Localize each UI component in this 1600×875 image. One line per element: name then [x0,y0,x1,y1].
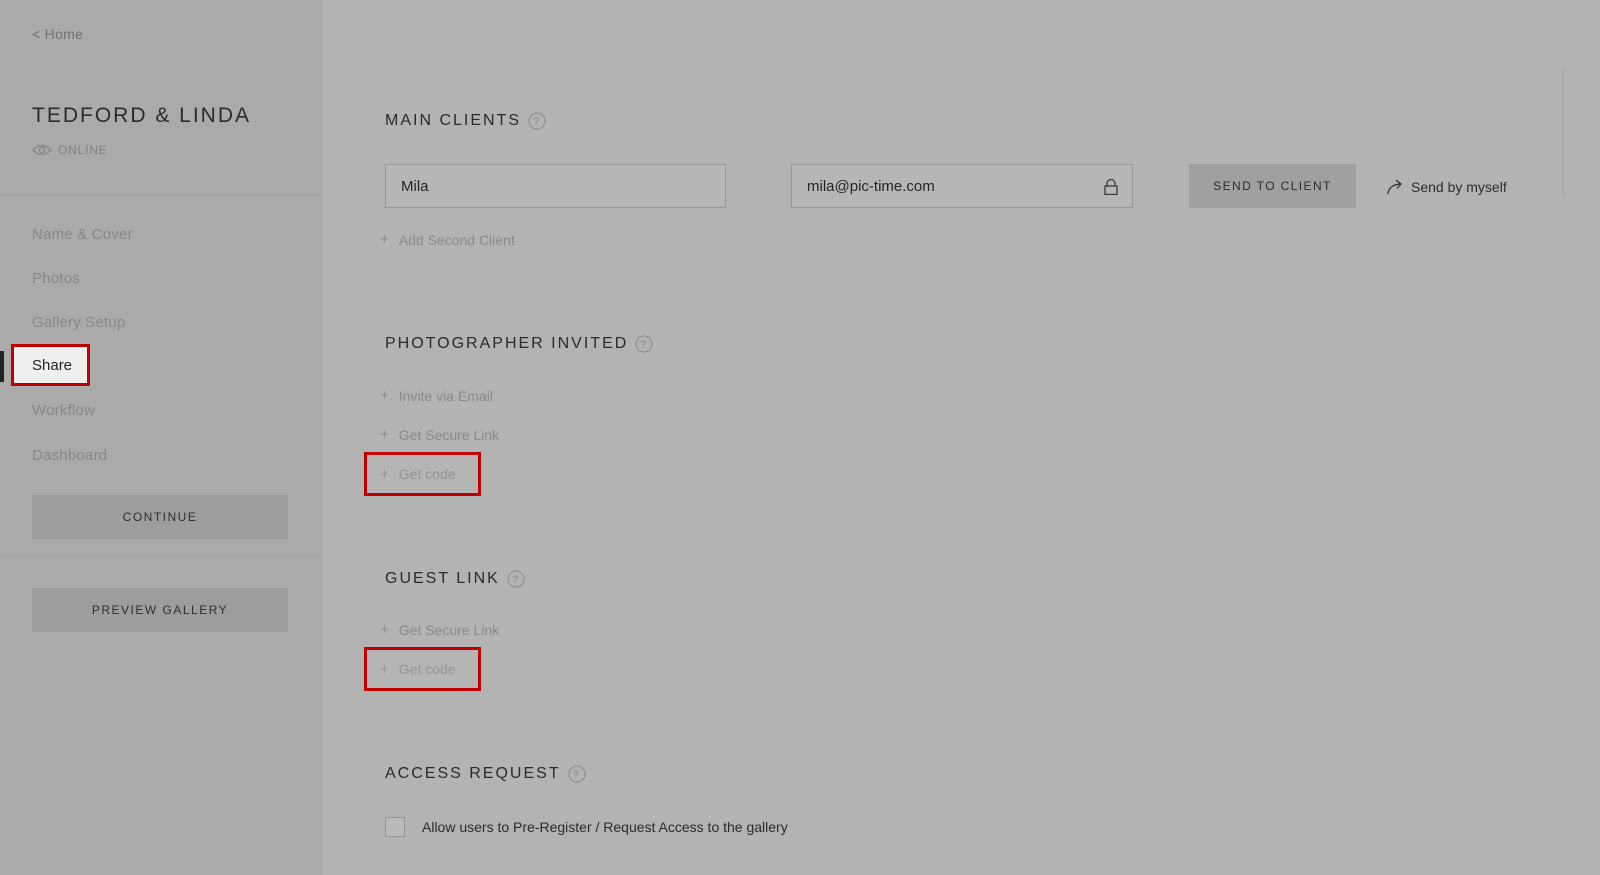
help-icon[interactable]: ? [528,112,546,130]
section-title-text: ACCESS REQUEST [385,765,561,782]
plus-icon: + [380,465,389,483]
guest-secure-link[interactable]: + Get Secure Link [380,621,499,638]
photographer-get-code-link[interactable]: + Get code [364,452,481,496]
sidebar: < Home TEDFORD & LINDA ONLINE Name & Cov… [0,0,322,875]
scroll-divider [1563,68,1564,198]
link-label: Get Secure Link [398,621,500,638]
preview-gallery-button[interactable]: PREVIEW GALLERY [32,588,288,632]
client-name-input[interactable] [401,177,725,195]
invite-via-email-link[interactable]: + Invite via Email [380,387,493,404]
sidebar-item-dashboard[interactable]: Dashboard [32,447,107,464]
svg-text:?: ? [573,769,581,781]
guest-link-title: GUEST LINK ? [385,570,525,588]
active-indicator [0,351,4,382]
link-label: Invite via Email [398,387,493,404]
link-label: Get Secure Link [398,426,500,443]
plus-icon: + [380,231,389,248]
sidebar-item-name-cover[interactable]: Name & Cover [32,226,133,243]
gallery-status: ONLINE [32,143,107,157]
checkbox-label: Allow users to Pre-Register / Request Ac… [422,819,788,835]
client-email-input[interactable] [807,177,1132,195]
help-icon[interactable]: ? [635,335,653,353]
send-to-client-button[interactable]: SEND TO CLIENT [1189,164,1356,208]
access-request-title: ACCESS REQUEST ? [385,765,586,783]
photographer-invited-title: PHOTOGRAPHER INVITED ? [385,335,653,353]
sidebar-item-gallery-setup[interactable]: Gallery Setup [32,314,125,331]
plus-icon: + [380,387,389,404]
svg-text:?: ? [533,116,541,128]
client-email-field[interactable] [791,164,1133,208]
section-title-text: PHOTOGRAPHER INVITED [385,335,629,352]
photographer-secure-link[interactable]: + Get Secure Link [380,426,499,443]
svg-text:?: ? [512,574,520,586]
svg-text:?: ? [640,339,648,351]
plus-icon: + [380,621,389,638]
access-request-checkbox[interactable] [385,817,405,837]
lock-icon [1104,179,1118,195]
help-icon[interactable]: ? [507,570,525,588]
send-by-myself-label: Send by myself [1411,179,1507,195]
access-request-row: Allow users to Pre-Register / Request Ac… [385,817,788,837]
sidebar-divider [0,194,321,195]
section-title-text: GUEST LINK [385,570,500,587]
main-content [321,0,1600,875]
main-clients-title: MAIN CLIENTS ? [385,112,546,130]
guest-get-code-link[interactable]: + Get code [364,647,481,691]
sidebar-item-workflow[interactable]: Workflow [32,402,95,419]
continue-button[interactable]: CONTINUE [32,495,288,539]
link-label: Get code [398,661,456,677]
home-link[interactable]: < Home [32,26,83,42]
client-name-field[interactable] [385,164,726,208]
sidebar-item-photos[interactable]: Photos [32,270,80,287]
send-by-myself-link[interactable]: Send by myself [1386,179,1507,195]
plus-icon: + [380,426,389,443]
sidebar-item-label: Share [32,356,73,374]
link-label: Add Second Client [398,231,515,248]
link-label: Get code [398,466,456,482]
eye-icon [32,144,52,156]
add-second-client-link[interactable]: + Add Second Client [380,231,515,248]
sidebar-divider [0,555,321,556]
sidebar-item-share[interactable]: Share [11,344,90,386]
help-icon[interactable]: ? [568,765,586,783]
plus-icon: + [380,660,389,678]
status-label: ONLINE [58,143,108,157]
gallery-title: TEDFORD & LINDA [32,104,252,127]
share-arrow-icon [1387,179,1402,195]
section-title-text: MAIN CLIENTS [385,112,522,129]
